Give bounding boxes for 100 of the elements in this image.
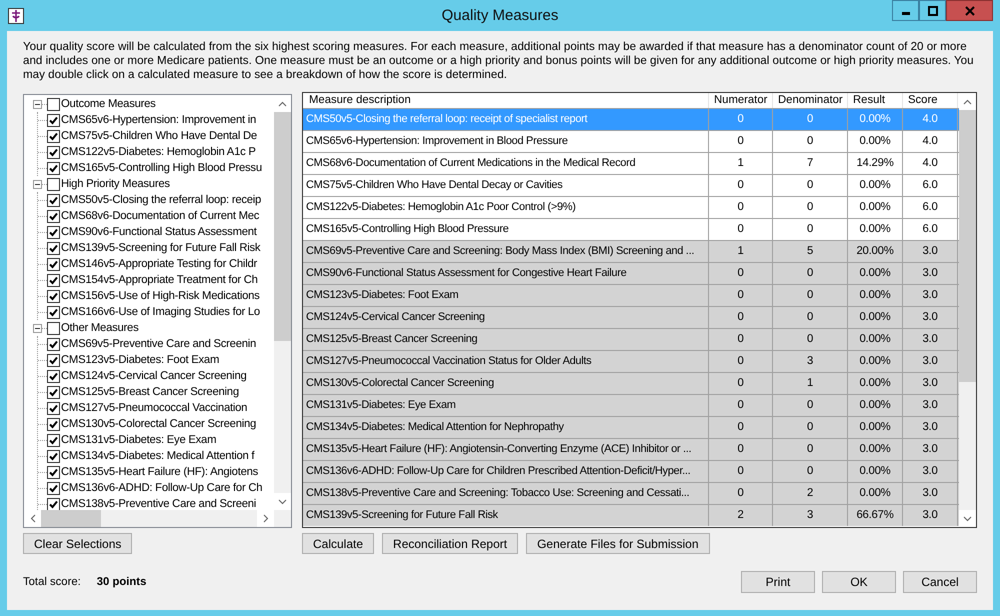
table-row[interactable]: CMS165v5-Controlling High Blood Pressure 0 0 0.00% 6.0: [303, 218, 959, 240]
checkbox[interactable]: [47, 114, 60, 126]
table-row[interactable]: CMS138v5-Preventive Care and Screening: Tobacco Use: Screening and Cessati... 0 2 0.00% 3.0: [303, 482, 959, 504]
total-score-label: Total score:: [23, 576, 81, 588]
tree-item-label[interactable]: CMS124v5-Cervical Cancer Screening: [61, 370, 247, 382]
tree-group-label[interactable]: High Priority Measures: [61, 178, 170, 190]
scroll-up-icon[interactable]: [274, 95, 291, 112]
table-row[interactable]: CMS130v5-Colorectal Cancer Screening 0 1 0.00% 3.0: [303, 372, 959, 394]
checkbox[interactable]: [47, 242, 60, 254]
tree-item-label[interactable]: CMS138v5-Preventive Care and Screeni: [61, 498, 256, 510]
table-row[interactable]: CMS124v5-Cervical Cancer Screening 0 0 0.00% 3.0: [303, 306, 959, 328]
table-row[interactable]: CMS127v5-Pneumococcal Vaccination Status for Older Adults 0 3 0.00% 3.0: [303, 350, 959, 372]
dialog-button[interactable]: Print: [741, 571, 815, 593]
checkbox[interactable]: [47, 130, 60, 142]
tree-item-label[interactable]: CMS69v5-Preventive Care and Screenin: [61, 338, 256, 350]
dialog-button[interactable]: Cancel: [903, 571, 977, 593]
checkbox[interactable]: [47, 178, 60, 190]
tree-item-label[interactable]: CMS127v5-Pneumococcal Vaccination: [61, 402, 248, 414]
checkbox[interactable]: [47, 354, 60, 366]
close-icon: [964, 6, 974, 16]
tree-item-label[interactable]: CMS146v5-Appropriate Testing for Childr: [61, 258, 257, 270]
checkbox[interactable]: [47, 98, 60, 110]
checkbox[interactable]: [47, 370, 60, 382]
tree-item-label[interactable]: CMS134v5-Diabetes: Medical Attention f: [61, 450, 254, 462]
table-cell: CMS139v5-Screening for Future Fall Risk: [303, 505, 709, 526]
tree-item-label[interactable]: CMS50v5-Closing the referral loop: receip: [61, 194, 262, 206]
checkbox[interactable]: [47, 482, 60, 494]
checkbox[interactable]: [47, 306, 60, 318]
action-button[interactable]: Calculate: [302, 533, 374, 554]
table-row[interactable]: CMS135v5-Heart Failure (HF): Angiotensin-Converting Enzyme (ACE) Inhibitor or ... 0 0 0.00% 3.0: [303, 438, 959, 460]
minimize-icon: [902, 12, 910, 15]
checkbox[interactable]: [47, 322, 60, 334]
minimize-button[interactable]: [892, 0, 919, 21]
checkbox[interactable]: [47, 210, 60, 222]
tree-item-label[interactable]: CMS90v6-Functional Status Assessment: [61, 226, 257, 238]
scroll-left-icon[interactable]: [24, 510, 41, 527]
action-button[interactable]: Reconciliation Report: [382, 533, 518, 554]
clear-selections-button[interactable]: Clear Selections: [23, 533, 132, 554]
dialog-button[interactable]: OK: [822, 571, 896, 593]
scroll-thumb[interactable]: [41, 510, 101, 527]
table-row[interactable]: CMS122v5-Diabetes: Hemoglobin A1c Poor Control (>9%) 0 0 0.00% 6.0: [303, 196, 959, 218]
vertical-scrollbar[interactable]: [959, 93, 976, 527]
checkbox[interactable]: [47, 466, 60, 478]
scroll-thumb[interactable]: [274, 112, 291, 341]
checkbox[interactable]: [47, 194, 60, 206]
checkbox[interactable]: [47, 290, 60, 302]
checkbox[interactable]: [47, 386, 60, 398]
table-row[interactable]: CMS131v5-Diabetes: Eye Exam 0 0 0.00% 3.0: [303, 394, 959, 416]
close-button[interactable]: [946, 0, 993, 21]
checkbox[interactable]: [47, 258, 60, 270]
tree-item-label[interactable]: CMS75v5-Children Who Have Dental De: [61, 130, 257, 142]
table-row[interactable]: CMS139v5-Screening for Future Fall Risk 2 3 66.67% 3.0: [303, 504, 959, 526]
collapse-icon[interactable]: [33, 180, 42, 188]
tree-item-label[interactable]: CMS123v5-Diabetes: Foot Exam: [61, 354, 220, 366]
checkbox[interactable]: [47, 450, 60, 462]
collapse-icon[interactable]: [33, 324, 42, 332]
checkbox[interactable]: [47, 162, 60, 174]
table-row[interactable]: CMS134v5-Diabetes: Medical Attention for Nephropathy 0 0 0.00% 3.0: [303, 416, 959, 438]
scroll-down-icon[interactable]: [274, 493, 291, 510]
scroll-thumb[interactable]: [959, 110, 976, 382]
checkbox[interactable]: [47, 402, 60, 414]
checkbox[interactable]: [47, 274, 60, 286]
table-row[interactable]: CMS75v5-Children Who Have Dental Decay or Cavities 0 0 0.00% 6.0: [303, 174, 959, 196]
maximize-button[interactable]: [919, 0, 946, 21]
checkbox[interactable]: [47, 434, 60, 446]
scroll-right-icon[interactable]: [257, 510, 274, 527]
action-button[interactable]: Generate Files for Submission: [526, 533, 710, 554]
table-row[interactable]: CMS68v6-Documentation of Current Medications in the Medical Record 1 7 14.29% 4.0: [303, 152, 959, 174]
tree-item-label[interactable]: CMS139v5-Screening for Future Fall Risk: [61, 242, 260, 254]
tree-item-label[interactable]: CMS166v6-Use of Imaging Studies for Lo: [61, 306, 260, 318]
checkbox[interactable]: [47, 418, 60, 430]
vertical-scrollbar[interactable]: [274, 95, 291, 510]
tree-item-label[interactable]: CMS136v6-ADHD: Follow-Up Care for Ch: [61, 482, 262, 494]
total-score-value: 30 points: [96, 576, 146, 588]
checkbox[interactable]: [47, 498, 60, 510]
tree-item-label[interactable]: CMS131v5-Diabetes: Eye Exam: [61, 434, 216, 446]
checkbox[interactable]: [47, 146, 60, 158]
tree-item-label[interactable]: CMS65v6-Hypertension: Improvement in: [61, 114, 256, 126]
tree-group-label[interactable]: Outcome Measures: [61, 98, 156, 110]
table-row[interactable]: CMS65v6-Hypertension: Improvement in Blood Pressure 0 0 0.00% 4.0: [303, 130, 959, 152]
checkbox[interactable]: [47, 226, 60, 238]
checkbox[interactable]: [47, 338, 60, 350]
tree-item-label[interactable]: CMS122v5-Diabetes: Hemoglobin A1c P: [61, 146, 256, 158]
tree-item-label[interactable]: CMS130v5-Colorectal Cancer Screening: [61, 418, 256, 430]
table-cell: 3.0: [903, 505, 958, 526]
tree-item-label[interactable]: CMS135v5-Heart Failure (HF): Angiotens: [61, 466, 258, 478]
scroll-up-icon[interactable]: [959, 93, 976, 110]
table-row[interactable]: CMS123v5-Diabetes: Foot Exam 0 0 0.00% 3.0: [303, 284, 959, 306]
table-row[interactable]: CMS125v5-Breast Cancer Screening 0 0 0.00% 3.0: [303, 328, 959, 350]
tree-group-label[interactable]: Other Measures: [61, 322, 138, 334]
tree-item-label[interactable]: CMS68v6-Documentation of Current Mec: [61, 210, 260, 222]
tree-item-label[interactable]: CMS125v5-Breast Cancer Screening: [61, 386, 239, 398]
table-row[interactable]: CMS136v6-ADHD: Follow-Up Care for Children Prescribed Attention-Deficit/Hyper... 0 0 0.00% 3.0: [303, 460, 959, 482]
scroll-down-icon[interactable]: [959, 510, 976, 527]
tree-item-label[interactable]: CMS165v5-Controlling High Blood Pressu: [61, 162, 262, 174]
collapse-icon[interactable]: [33, 100, 42, 108]
tree-item-label[interactable]: CMS156v5-Use of High-Risk Medications: [61, 290, 260, 302]
table-row[interactable]: CMS90v6-Functional Status Assessment for Congestive Heart Failure 0 0 0.00% 3.0: [303, 262, 959, 284]
table-row[interactable]: CMS69v5-Preventive Care and Screening: Body Mass Index (BMI) Screening and ... 1 5 20.00% 3.0: [303, 240, 959, 262]
tree-item-label[interactable]: CMS154v5-Appropriate Treatment for Ch: [61, 274, 258, 286]
